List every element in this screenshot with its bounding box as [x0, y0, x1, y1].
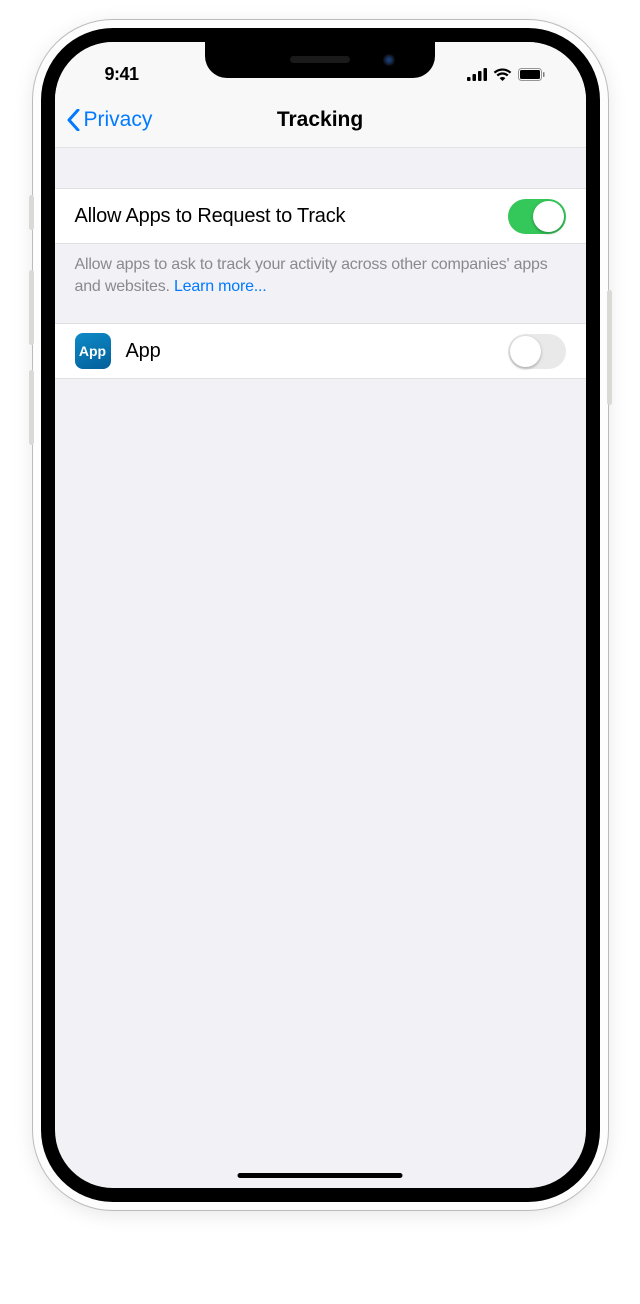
status-icons	[467, 68, 546, 81]
learn-more-link[interactable]: Learn more...	[174, 278, 267, 295]
volume-up-button	[29, 270, 34, 345]
cellular-signal-icon	[467, 68, 487, 81]
toggle-knob	[533, 201, 564, 232]
chevron-left-icon	[67, 109, 80, 131]
volume-down-button	[29, 370, 34, 445]
back-button[interactable]: Privacy	[67, 108, 153, 132]
section-footer: Allow apps to ask to track your activity…	[55, 244, 586, 323]
screen: 9:41 Privacy Tracking Allow Apps to Requ…	[55, 42, 586, 1188]
back-label: Privacy	[84, 108, 153, 132]
wifi-icon	[493, 68, 512, 81]
front-camera	[383, 54, 395, 66]
app-icon-text: App	[79, 343, 106, 359]
device-frame: 9:41 Privacy Tracking Allow Apps to Requ…	[33, 20, 608, 1210]
allow-apps-track-toggle[interactable]	[508, 199, 566, 234]
footer-description: Allow apps to ask to track your activity…	[75, 256, 548, 295]
power-button	[607, 290, 612, 405]
allow-apps-track-row: Allow Apps to Request to Track	[55, 188, 586, 244]
allow-apps-track-label: Allow Apps to Request to Track	[75, 205, 508, 228]
toggle-knob	[510, 336, 541, 367]
notch	[205, 42, 435, 78]
navigation-bar: Privacy Tracking	[55, 92, 586, 148]
app-tracking-row: App App	[55, 323, 586, 379]
app-icon: App	[75, 333, 111, 369]
battery-icon	[518, 68, 546, 81]
app-name-label: App	[126, 340, 508, 363]
speaker-grille	[290, 56, 350, 63]
silent-switch	[29, 195, 34, 230]
page-title: Tracking	[277, 108, 363, 132]
app-tracking-toggle[interactable]	[508, 334, 566, 369]
settings-content: Allow Apps to Request to Track Allow app…	[55, 148, 586, 379]
home-indicator[interactable]	[238, 1173, 403, 1178]
status-time: 9:41	[105, 64, 139, 85]
